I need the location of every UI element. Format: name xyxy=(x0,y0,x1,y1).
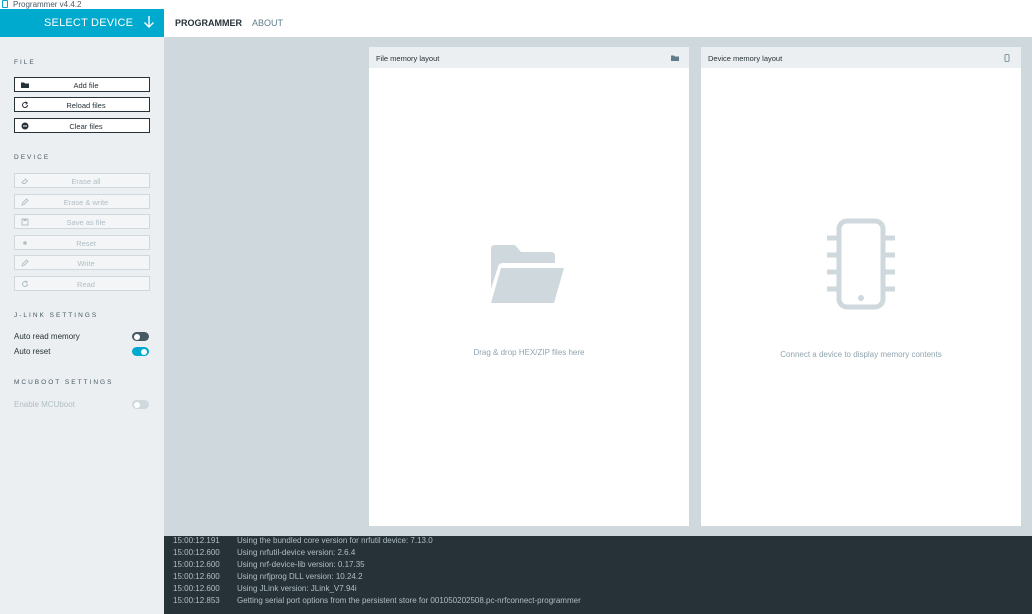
window-title-bar: Programmer v4.4.2 xyxy=(0,0,1032,9)
erase-write-label: Erase & write xyxy=(63,198,109,207)
log-entry: 15:00:12.600 Using nrf-device-lib version… xyxy=(173,560,365,570)
erase-all-button[interactable]: Erase all xyxy=(14,173,150,188)
auto-reset-row: Auto reset xyxy=(14,346,150,358)
log-message: Using nrfjprog DLL version: 10.24.2 xyxy=(237,572,363,581)
log-entry: 15:00:12.191 Using the bundled core versi… xyxy=(173,536,433,546)
device-memory-header: Device memory layout xyxy=(701,47,1021,68)
log-timestamp: 15:00:12.191 xyxy=(173,536,220,545)
chip-icon xyxy=(827,218,895,310)
toggle-knob xyxy=(134,401,140,408)
save-as-file-label: Save as file xyxy=(66,218,106,227)
log-message: Using JLink version: JLink_V7.94i xyxy=(237,584,357,593)
add-file-button[interactable]: Add file xyxy=(14,77,150,92)
log-entry: 15:00:12.600 Using JLink version: JLink_V… xyxy=(173,584,357,594)
select-device-label: SELECT DEVICE xyxy=(44,17,134,29)
section-title-file: FILE xyxy=(14,59,36,66)
window-title: Programmer v4.4.2 xyxy=(13,0,82,9)
clear-files-label: Clear files xyxy=(69,122,103,131)
chip-icon xyxy=(1004,54,1010,62)
file-memory-title: File memory layout xyxy=(376,54,440,63)
device-memory-panel: Device memory layout Connect a device to… xyxy=(701,47,1021,526)
read-label: Read xyxy=(77,280,95,289)
log-panel[interactable]: 15:00:12.191 Using the bundled core versi… xyxy=(164,536,1032,614)
file-memory-header: File memory layout xyxy=(369,47,689,68)
log-entry: 15:00:12.853 Getting serial port options … xyxy=(173,596,581,606)
save-as-file-button[interactable]: Save as file xyxy=(14,214,150,229)
erase-write-button[interactable]: Erase & write xyxy=(14,194,150,209)
section-title-mcuboot: MCUBOOT SETTINGS xyxy=(14,379,114,386)
read-button[interactable]: Read xyxy=(14,276,150,291)
top-nav: PROGRAMMER ABOUT xyxy=(164,9,1032,37)
log-timestamp: 15:00:12.853 xyxy=(173,596,220,605)
reload-files-label: Reload files xyxy=(66,101,106,110)
device-memory-title: Device memory layout xyxy=(708,54,783,63)
file-memory-panel[interactable]: File memory layout Drag & drop HEX/ZIP f… xyxy=(369,47,689,526)
log-timestamp: 15:00:12.600 xyxy=(173,572,220,581)
toggle-knob xyxy=(141,348,147,355)
write-button[interactable]: Write xyxy=(14,255,150,270)
folder-open-icon xyxy=(491,245,564,303)
reset-button[interactable]: Reset xyxy=(14,235,150,250)
tab-programmer[interactable]: PROGRAMMER xyxy=(175,18,242,28)
log-timestamp: 15:00:12.600 xyxy=(173,560,220,569)
reload-files-button[interactable]: Reload files xyxy=(14,97,150,112)
auto-reset-toggle[interactable] xyxy=(132,347,149,356)
erase-all-label: Erase all xyxy=(71,177,101,186)
folder-icon xyxy=(671,55,679,61)
enable-mcuboot-toggle[interactable] xyxy=(132,400,149,409)
tab-about[interactable]: ABOUT xyxy=(252,18,283,28)
section-title-device: DEVICE xyxy=(14,154,51,161)
enable-mcuboot-row: Enable MCUboot xyxy=(14,399,150,411)
auto-read-memory-row: Auto read memory xyxy=(14,331,150,343)
select-device-button[interactable]: SELECT DEVICE xyxy=(0,9,164,37)
log-message: Using nrf-device-lib version: 0.17.35 xyxy=(237,560,365,569)
write-label: Write xyxy=(77,259,95,268)
log-entry: 15:00:12.600 Using nrfjprog DLL version: … xyxy=(173,572,363,582)
app-icon xyxy=(2,0,8,8)
device-connect-message: Connect a device to display memory conte… xyxy=(780,350,942,359)
auto-read-memory-toggle[interactable] xyxy=(132,332,149,341)
clear-files-button[interactable]: Clear files xyxy=(14,118,150,133)
section-title-jlink: J-LINK SETTINGS xyxy=(14,312,99,319)
reset-label: Reset xyxy=(76,239,96,248)
enable-mcuboot-label: Enable MCUboot xyxy=(14,400,75,409)
toggle-knob xyxy=(134,333,140,340)
auto-read-memory-label: Auto read memory xyxy=(14,332,80,341)
auto-reset-label: Auto reset xyxy=(14,347,51,356)
log-entry: 15:00:12.600 Using nrfutil-device version… xyxy=(173,548,355,558)
log-timestamp: 15:00:12.600 xyxy=(173,584,220,593)
log-message: Using the bundled core version for nrfut… xyxy=(237,536,433,545)
arrow-down-icon xyxy=(144,16,154,28)
file-drop-message: Drag & drop HEX/ZIP files here xyxy=(473,348,585,357)
log-message: Getting serial port options from the per… xyxy=(237,596,581,605)
log-message: Using nrfutil-device version: 2.6.4 xyxy=(237,548,356,557)
sidebar: FILE Add file Reload files Clear files D… xyxy=(0,37,164,614)
add-file-label: Add file xyxy=(73,81,99,90)
log-timestamp: 15:00:12.600 xyxy=(173,548,220,557)
